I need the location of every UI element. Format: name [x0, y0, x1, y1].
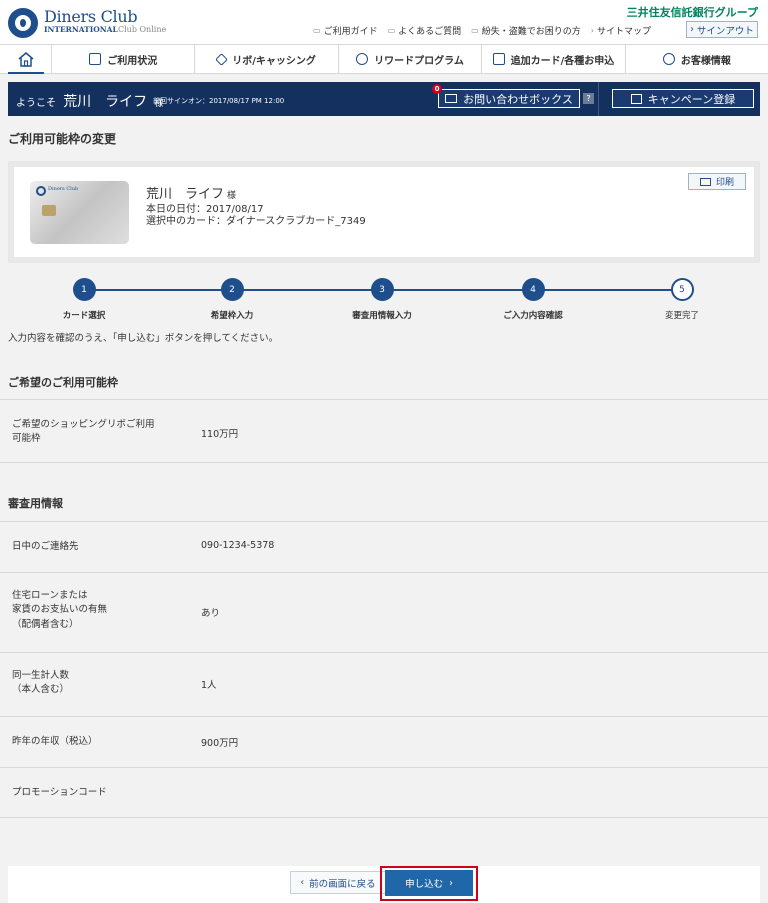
row-label: プロモーションコード: [12, 787, 107, 798]
card-brand: Diners Club: [48, 186, 79, 192]
table-row: 日中のご連絡先 090-1234-5378: [0, 521, 768, 572]
user-name: 荒川 ライフ: [63, 94, 148, 110]
apply-button[interactable]: 申し込む ›: [385, 870, 473, 896]
row-label: 住宅ローンまたは 家賃のお支払いの有無 （配偶者含む）: [12, 590, 108, 630]
row-label: 昨年の年収（税込）: [12, 736, 98, 747]
row-value: あり: [201, 608, 221, 619]
screening-table: 日中のご連絡先 090-1234-5378 住宅ローンまたは 家賃のお支払いの有無…: [0, 521, 768, 818]
nav-rewards[interactable]: リワードプログラム: [339, 45, 483, 73]
nav-home[interactable]: [0, 45, 52, 74]
row-value: 1人: [201, 680, 217, 691]
table-row: ご希望のショッピングリボご利用 可能枠 110万円: [0, 399, 768, 463]
notification-badge: 0: [432, 84, 442, 94]
user-icon: [662, 53, 675, 65]
chevron-right-icon: ›: [690, 24, 697, 35]
welcome-bar: ようこそ 荒川 ライフ 様 前回サインオン：2017/08/17 PM 12:0…: [8, 82, 760, 116]
card-logo-icon: [36, 186, 46, 196]
utility-links: ▭ ご利用ガイド ▭ よくあるご質問 ▭ 紛失・盗難でお困りの方 › サイトマップ: [313, 24, 651, 37]
print-button[interactable]: 印刷: [688, 173, 746, 190]
lost-card-link[interactable]: ▭ 紛失・盗難でお困りの方: [471, 24, 581, 37]
back-button[interactable]: ‹ 前の画面に戻る: [290, 871, 386, 894]
step-2: 2 希望枠入力: [172, 278, 292, 321]
brand-online: Club Online: [118, 25, 167, 34]
row-value: 900万円: [201, 738, 239, 749]
step-4: 4 ご入力内容確認: [473, 278, 593, 321]
action-bar: ‹ 前の画面に戻る 申し込む ›: [8, 866, 760, 903]
document-icon: [492, 53, 505, 65]
gift-icon: [630, 93, 642, 104]
selected-card: 選択中のカード：ダイナースクラブカード_7349: [146, 216, 366, 227]
table-row: 住宅ローンまたは 家賃のお支払いの有無 （配偶者含む） あり: [0, 572, 768, 652]
header: Diners Club INTERNATIONAL Club Online 三井…: [0, 0, 768, 44]
home-icon: [18, 51, 33, 67]
row-label: ご希望のショッピングリボご利用 可能枠: [12, 419, 155, 445]
table-row: 昨年の年収（税込） 900万円: [0, 716, 768, 767]
signout-button[interactable]: › サインアウト: [686, 21, 758, 38]
card-info: Diners Club 荒川 ライフ様 本日の日付：2017/08/17 選択中…: [14, 167, 754, 257]
table-row: プロモーションコード: [0, 767, 768, 818]
credit-card-image: Diners Club: [30, 181, 129, 244]
table-row: 同一生計人数 （本人含む） 1人: [0, 652, 768, 716]
card-panel: Diners Club 荒川 ライフ様 本日の日付：2017/08/17 選択中…: [8, 161, 760, 263]
row-label: 日中のご連絡先: [12, 541, 79, 552]
last-signin: 前回サインオン：2017/08/17 PM 12:00: [153, 97, 285, 105]
points-icon: [356, 53, 369, 65]
row-value: 110万円: [201, 429, 239, 440]
group-name: 三井住友信託銀行グループ: [626, 6, 758, 19]
mail-icon: [445, 94, 458, 103]
step-5: 5 変更完了: [622, 278, 742, 321]
nav-customer-info[interactable]: お客様情報: [626, 45, 768, 73]
inquiry-box-button[interactable]: お問い合わせボックス: [438, 89, 580, 108]
guide-link[interactable]: ▭ ご利用ガイド: [313, 24, 378, 37]
nav-revolving[interactable]: リボ/キャッシング: [195, 45, 339, 73]
step-3: 3 審査用情報入力: [322, 278, 442, 321]
campaign-register-button[interactable]: キャンペーン登録: [612, 89, 754, 108]
card-icon: ▭: [471, 26, 479, 35]
row-label: 同一生計人数 （本人含む）: [12, 670, 70, 696]
page-title: ご利用可能枠の変更: [8, 132, 117, 146]
chevron-right-icon: ›: [590, 26, 594, 35]
instruction-text: 入力内容を確認のうえ、「申し込む」ボタンを押してください。: [8, 333, 279, 344]
help-icon[interactable]: ?: [583, 93, 594, 104]
limit-table: ご希望のショッピングリボご利用 可能枠 110万円: [0, 399, 768, 463]
progress-steps: 1 カード選択 2 希望枠入力 3 審査用情報入力 4 ご入力内容確認 5 変更…: [0, 278, 768, 328]
welcome-text: ようこそ 荒川 ライフ 様: [16, 94, 164, 110]
sitemap-link[interactable]: › サイトマップ: [591, 24, 651, 37]
chevron-left-icon: ‹: [300, 877, 305, 888]
divider: [598, 82, 599, 116]
step-1: 1 カード選択: [24, 278, 144, 321]
chip-icon: [42, 205, 56, 216]
nav-additional-card[interactable]: 追加カード/各種お申込: [482, 45, 626, 73]
faq-link[interactable]: ▭ よくあるご質問: [388, 24, 462, 37]
clipboard-icon: [89, 53, 102, 65]
chevron-right-icon: ›: [449, 877, 453, 889]
section-title-screening: 審査用情報: [8, 497, 63, 510]
brand-name[interactable]: Diners Club: [44, 7, 138, 26]
printer-icon: [699, 177, 711, 186]
nav-usage[interactable]: ご利用状況: [52, 45, 196, 73]
chat-icon: ▭: [387, 26, 396, 35]
row-value: 090-1234-5378: [201, 540, 275, 551]
diners-club-logo-icon[interactable]: [8, 8, 38, 38]
brand-sub: INTERNATIONAL: [44, 25, 118, 34]
chat-icon: ▭: [313, 26, 321, 35]
arrows-icon: [215, 52, 229, 66]
section-title-limit: ご希望のご利用可能枠: [8, 376, 118, 389]
main-content: ようこそ 荒川 ライフ 様 前回サインオン：2017/08/17 PM 12:0…: [0, 74, 768, 903]
main-nav: ご利用状況 リボ/キャッシング リワードプログラム 追加カード/各種お申込 お客…: [0, 44, 768, 74]
